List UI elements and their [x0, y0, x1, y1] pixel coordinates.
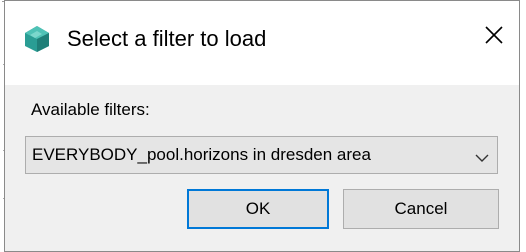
dialog-title: Select a filter to load — [67, 26, 267, 51]
available-filters-label: Available filters: — [31, 100, 150, 119]
chevron-down-icon — [475, 150, 489, 162]
dialog-body: Available filters: EVERYBODY_pool.horizo… — [5, 85, 519, 251]
filter-select[interactable]: EVERYBODY_pool.horizons in dresden area — [25, 136, 498, 174]
teal-cube-icon — [23, 25, 51, 53]
close-icon — [484, 25, 504, 50]
title-bar: Select a filter to load — [5, 1, 519, 85]
cancel-button[interactable]: Cancel — [343, 189, 499, 229]
close-button[interactable] — [469, 11, 519, 63]
filter-select-value: EVERYBODY_pool.horizons in dresden area — [32, 145, 371, 164]
select-filter-dialog: Select a filter to load Available filter… — [4, 0, 520, 252]
ok-button[interactable]: OK — [187, 189, 329, 229]
